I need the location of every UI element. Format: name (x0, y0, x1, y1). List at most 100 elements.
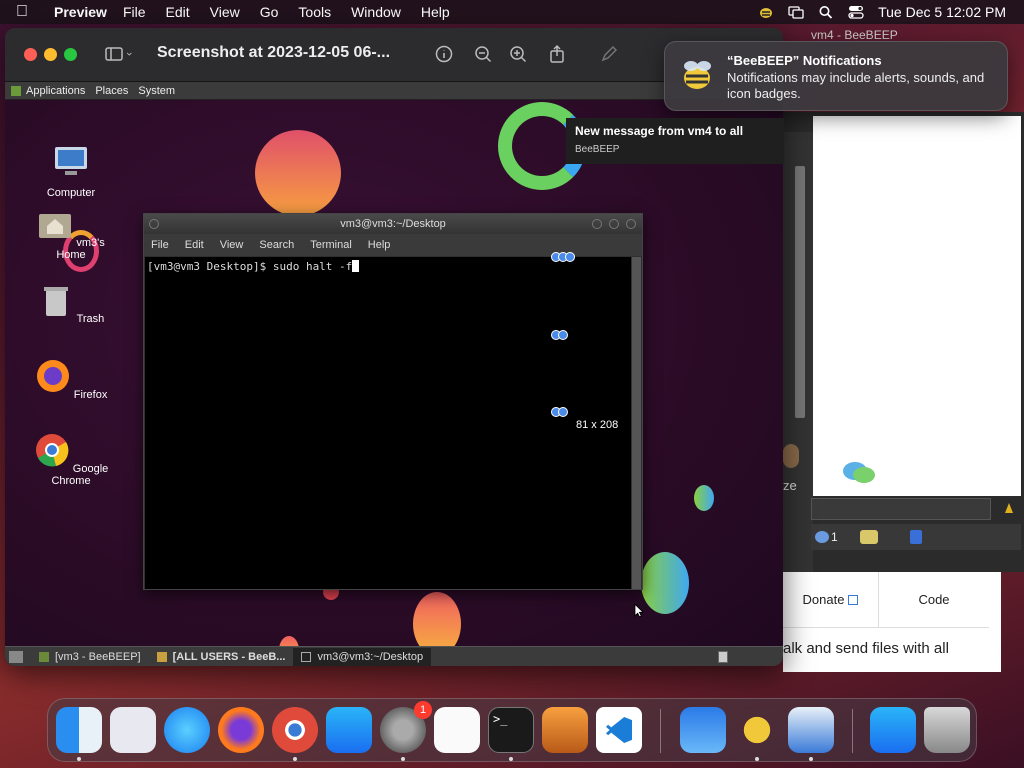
terminal-menu-file[interactable]: File (151, 239, 169, 251)
file-share-icon[interactable] (909, 530, 922, 544)
beebeep-menu-icon[interactable] (758, 5, 774, 19)
system-settings-icon[interactable]: 1 (380, 701, 432, 753)
terminal-menu-terminal[interactable]: Terminal (310, 239, 352, 251)
users-chat-icon[interactable] (815, 531, 829, 543)
group-icon[interactable] (859, 530, 878, 544)
safari-icon[interactable] (164, 707, 210, 753)
home-folder-icon (39, 214, 72, 238)
chevron-down-icon[interactable] (126, 43, 138, 65)
menubar-clock[interactable]: Tue Dec 5 12:02 PM (878, 4, 1006, 20)
desktop-icon-home[interactable]: vm3's Home (31, 206, 111, 261)
task-vm3-beebeep[interactable]: [vm3 - BeeBEEP] (31, 648, 149, 666)
terminal-menu-help[interactable]: Help (368, 239, 391, 251)
weather-icon[interactable] (680, 707, 726, 753)
task-terminal[interactable]: vm3@vm3:~/Desktop (293, 647, 432, 666)
desktop-icon-trash[interactable]: Trash (31, 282, 111, 325)
terminal-title-bar[interactable]: vm3@vm3:~/Desktop (144, 214, 642, 234)
desktop-icon-label: Trash (76, 313, 105, 325)
chat-bubbles-icon[interactable] (841, 458, 877, 488)
desktop-icon-label: Computer (46, 187, 96, 199)
menu-app-name[interactable]: Preview (54, 4, 107, 20)
beebeep-icon[interactable] (734, 707, 780, 753)
send-icon[interactable] (1001, 501, 1017, 517)
beebeep-status-bar: 1 (811, 524, 1021, 550)
zoom-in-icon[interactable] (507, 43, 529, 65)
wallpaper-blob (641, 552, 689, 614)
notification-banner[interactable]: “BeeBEEP” Notifications Notifications ma… (664, 41, 1008, 111)
system-menu[interactable]: System (138, 85, 175, 97)
launchpad-icon[interactable] (110, 707, 156, 753)
sidebar-toggle-icon[interactable] (103, 43, 125, 65)
running-indicator (401, 757, 405, 761)
message-toast[interactable]: New message from vm4 to all BeeBEEP (566, 118, 784, 164)
terminal-close-button[interactable] (626, 219, 636, 229)
share-icon[interactable] (546, 43, 568, 65)
applications-menu[interactable]: Applications (26, 85, 85, 97)
trash-icon (43, 287, 68, 316)
terminal-menu-view[interactable]: View (220, 239, 244, 251)
terminal-output[interactable]: [vm3@vm3 Desktop]$ sudo halt -f (145, 257, 631, 589)
markup-icon[interactable] (598, 43, 620, 65)
wallpaper-blob (694, 485, 714, 511)
settings-badge: 1 (414, 701, 432, 719)
app-store-icon[interactable] (326, 707, 372, 753)
terminal-icon[interactable]: >_ (488, 707, 534, 753)
garageband-icon[interactable] (542, 707, 588, 753)
beebeep-window: vm4 - BeeBEEP ze 1 (783, 28, 1024, 572)
menu-edit[interactable]: Edit (166, 4, 190, 20)
desktop-icon-firefox[interactable]: Firefox (31, 358, 111, 401)
beebeep-task-icon (156, 651, 167, 662)
finder-icon[interactable] (56, 707, 102, 753)
beebeep-chat-pane[interactable] (813, 116, 1021, 496)
menu-window[interactable]: Window (351, 4, 401, 20)
terminal-minimize-button[interactable] (592, 219, 602, 229)
terminal-maximize-button[interactable] (609, 219, 619, 229)
terminal-scrollbar[interactable] (631, 257, 641, 589)
textedit-icon[interactable] (434, 707, 480, 753)
menu-view[interactable]: View (210, 4, 240, 20)
desktop-icon-chrome[interactable]: Google Chrome (31, 432, 111, 487)
places-menu[interactable]: Places (95, 85, 128, 97)
toast-title: New message from vm4 to all (575, 124, 744, 138)
menu-file[interactable]: File (123, 4, 146, 20)
menu-help[interactable]: Help (421, 4, 450, 20)
close-button[interactable] (24, 48, 37, 61)
running-indicator (293, 757, 297, 761)
wallpaper-blob (255, 130, 341, 216)
computer-icon (55, 147, 87, 175)
task-all-users[interactable]: [ALL USERS - BeeB... (149, 648, 294, 666)
terminal-window: vm3@vm3:~/Desktop File Edit View Search … (143, 213, 643, 590)
minimize-button[interactable] (44, 48, 57, 61)
menu-tools[interactable]: Tools (298, 4, 331, 20)
applications-icon[interactable] (11, 85, 21, 96)
loading-dots-icon (551, 407, 568, 417)
control-center-icon[interactable] (848, 5, 864, 19)
apple-icon[interactable]:  (16, 3, 38, 21)
zoom-out-icon[interactable] (472, 43, 494, 65)
chrome-icon[interactable] (272, 707, 318, 753)
downloads-icon[interactable] (870, 707, 916, 753)
preview-icon[interactable] (788, 707, 834, 753)
info-icon[interactable] (433, 43, 455, 65)
code-tab[interactable]: Code (879, 572, 989, 628)
search-icon[interactable] (818, 5, 834, 19)
screen-mirror-icon[interactable] (788, 5, 804, 19)
vscode-icon[interactable] (596, 707, 642, 753)
notification-title: “BeeBEEP” Notifications (727, 53, 882, 68)
user-count: 1 (831, 530, 838, 544)
show-desktop-icon[interactable] (9, 650, 23, 663)
microphone-icon[interactable] (783, 444, 799, 468)
terminal-menu-edit[interactable]: Edit (185, 239, 204, 251)
beebeep-scrollbar[interactable] (795, 166, 805, 418)
task-label: [vm3 - BeeBEEP] (55, 650, 141, 663)
trash-icon[interactable] (924, 707, 970, 753)
beebeep-message-input[interactable] (811, 498, 991, 520)
firefox-icon[interactable] (218, 707, 264, 753)
terminal-menu-icon[interactable] (149, 219, 159, 229)
zoom-button[interactable] (64, 48, 77, 61)
donate-tab[interactable]: Donate (783, 572, 879, 628)
menu-go[interactable]: Go (260, 4, 279, 20)
workspace-switcher[interactable] (718, 651, 728, 663)
desktop-icon-computer[interactable]: Computer (31, 144, 111, 199)
terminal-menu-search[interactable]: Search (259, 239, 294, 251)
